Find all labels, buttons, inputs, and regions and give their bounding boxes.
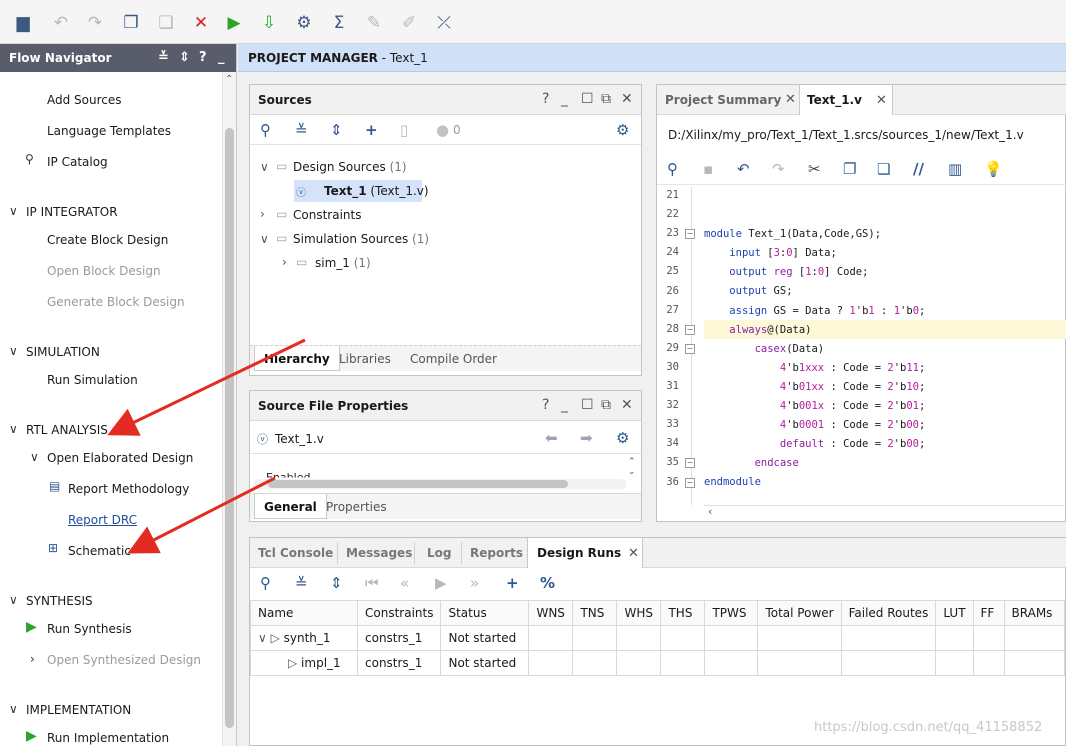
watermark: https://blog.csdn.net/qq_41158852	[814, 720, 1043, 735]
annotation-arrows	[107, 338, 306, 554]
arrow-to-schematic	[127, 476, 276, 554]
arrow-to-rtl-analysis	[107, 338, 306, 436]
